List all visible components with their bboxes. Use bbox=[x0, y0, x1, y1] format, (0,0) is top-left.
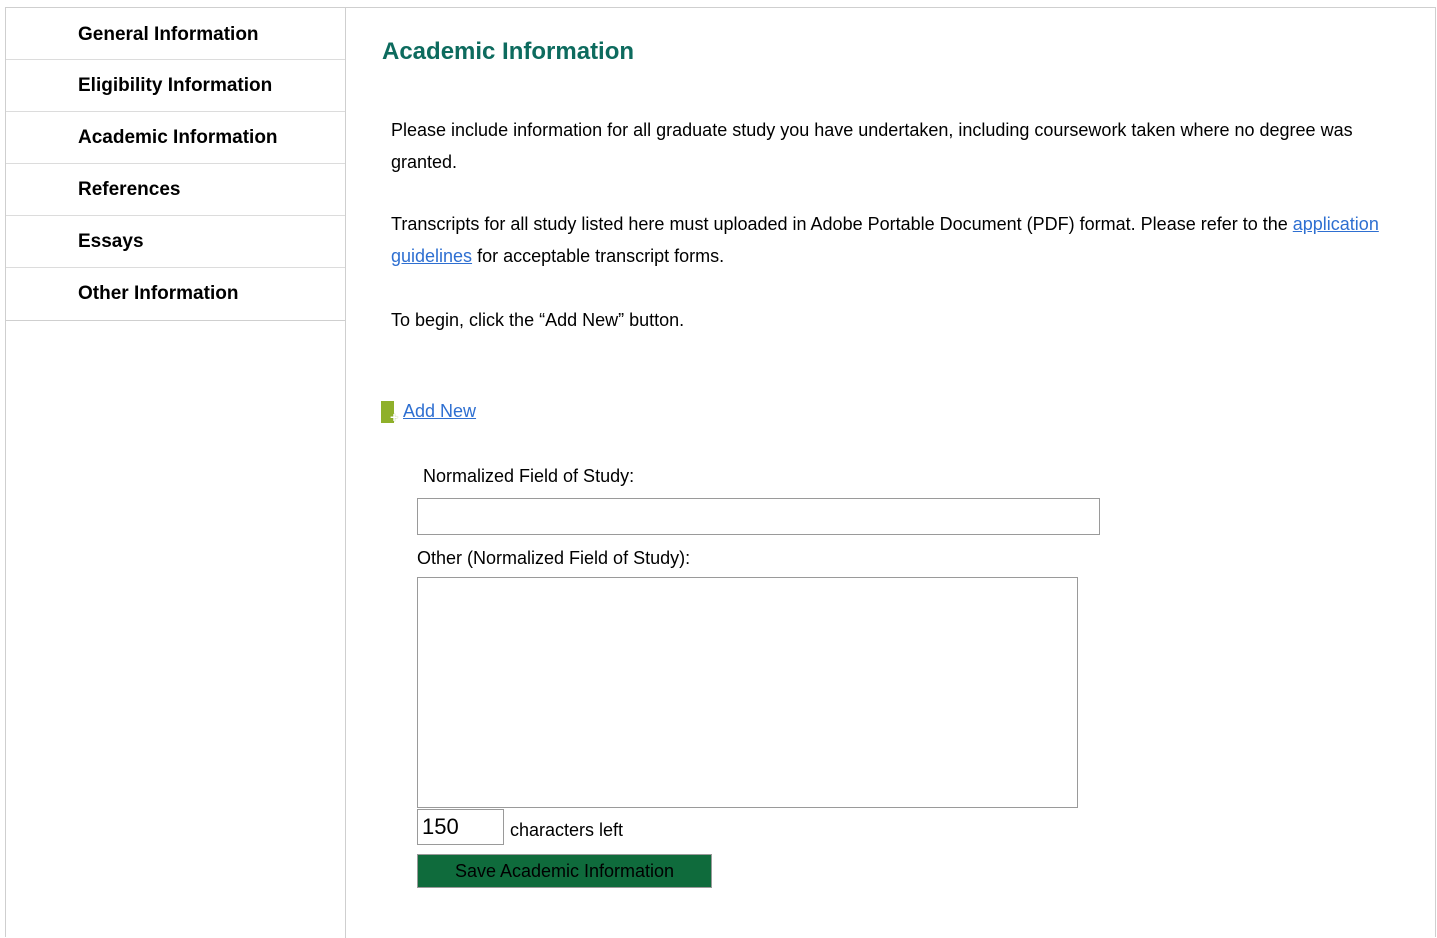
save-academic-information-button[interactable]: Save Academic Information bbox=[417, 854, 712, 888]
other-field-of-study-textarea[interactable] bbox=[417, 577, 1078, 808]
characters-left-label: characters left bbox=[510, 820, 624, 840]
add-new-button[interactable]: + Add New bbox=[381, 398, 476, 424]
other-field-of-study-label: Other (Normalized Field of Study): bbox=[417, 548, 691, 568]
sidebar-item-academic-information[interactable]: Academic Information bbox=[6, 112, 345, 164]
transcripts-text-after: for acceptable transcript forms. bbox=[472, 246, 725, 266]
add-document-icon[interactable]: + bbox=[381, 399, 399, 425]
transcripts-text: Transcripts for all study listed here mu… bbox=[391, 208, 1391, 272]
sidebar-item-general-information[interactable]: General Information bbox=[6, 8, 345, 60]
sidebar: General Information Eligibility Informat… bbox=[6, 8, 346, 938]
field-of-study-input[interactable] bbox=[417, 498, 1100, 535]
page-title: Academic Information bbox=[382, 38, 635, 65]
sidebar-item-essays[interactable]: Essays bbox=[6, 216, 345, 268]
page-frame: General Information Eligibility Informat… bbox=[5, 7, 1436, 938]
transcripts-text-before: Transcripts for all study listed here mu… bbox=[391, 214, 1293, 234]
sidebar-item-other-information[interactable]: Other Information bbox=[6, 268, 345, 320]
intro-text: Please include information for all gradu… bbox=[391, 120, 1353, 172]
sidebar-item-eligibility-information[interactable]: Eligibility Information bbox=[6, 60, 345, 112]
sidebar-nav: General Information Eligibility Informat… bbox=[6, 8, 345, 321]
plus-icon: + bbox=[390, 409, 399, 425]
sidebar-item-references[interactable]: References bbox=[6, 164, 345, 216]
field-of-study-label: Normalized Field of Study: bbox=[423, 466, 635, 486]
characters-left-counter bbox=[417, 809, 504, 845]
main-content: Academic Information Please include info… bbox=[347, 8, 1435, 938]
add-new-link[interactable]: Add New bbox=[403, 401, 476, 422]
begin-instructions: To begin, click the “Add New” button. bbox=[391, 310, 685, 330]
